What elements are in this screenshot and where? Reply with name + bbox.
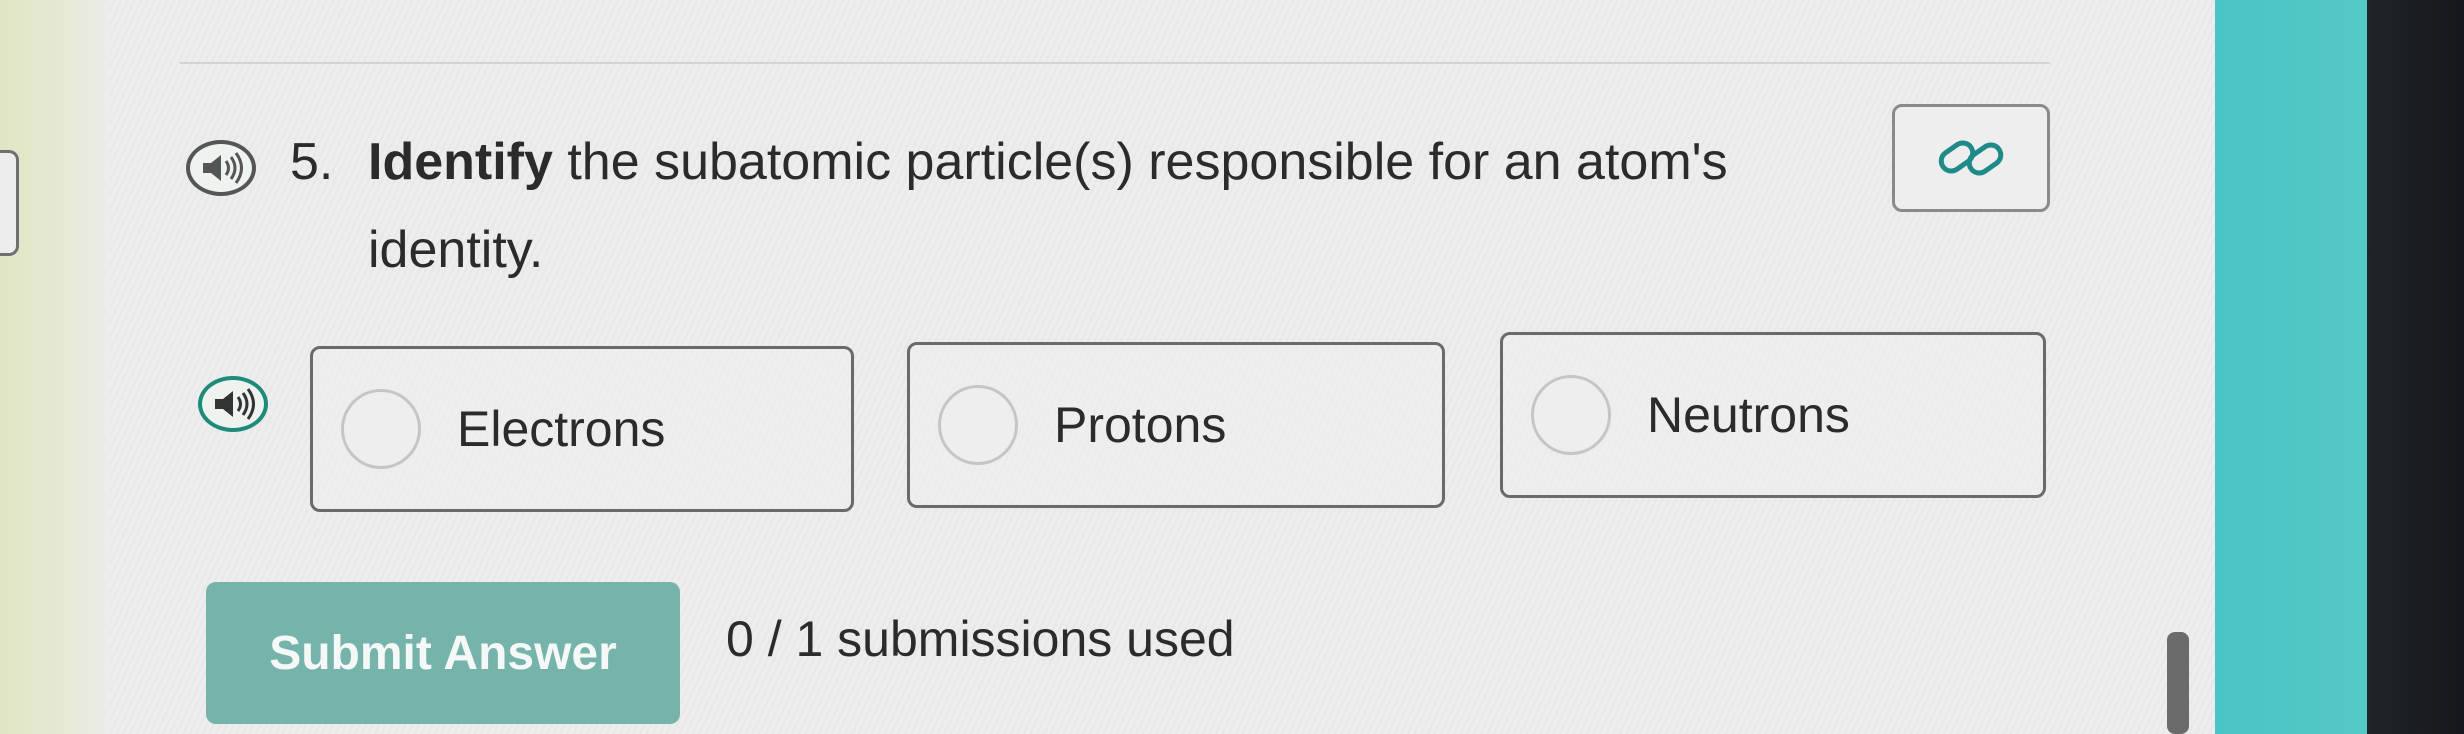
question-audio-button[interactable]	[186, 140, 256, 196]
option-neutrons[interactable]: Neutrons	[1500, 332, 2046, 498]
question-text: 5. Identify the subatomic particle(s) res…	[290, 118, 1850, 294]
speaker-icon	[215, 388, 255, 420]
scrollbar-thumb[interactable]	[2167, 632, 2189, 734]
permalink-button[interactable]	[1892, 104, 2050, 212]
left-edge-tab[interactable]	[0, 150, 19, 256]
link-icon	[1938, 140, 2004, 176]
option-label: Electrons	[457, 401, 666, 457]
submissions-counter: 0 / 1 submissions used	[726, 611, 1235, 667]
radio-button[interactable]	[341, 389, 421, 469]
screen-bezel	[2367, 0, 2464, 734]
question-keyword: Identify	[368, 133, 553, 191]
question-line1: the subatomic particle(s) responsible fo…	[552, 133, 1728, 191]
question-number: 5.	[290, 133, 334, 191]
radio-button[interactable]	[938, 385, 1018, 465]
left-edge-panel	[0, 0, 111, 734]
radio-button[interactable]	[1531, 375, 1611, 455]
option-label: Protons	[1054, 397, 1227, 453]
option-electrons[interactable]: Electrons	[310, 346, 854, 512]
question-line2: identity.	[368, 221, 544, 279]
speaker-icon	[203, 152, 243, 184]
submit-answer-button[interactable]: Submit Answer	[206, 582, 680, 724]
divider-line	[180, 62, 2050, 64]
answers-audio-button[interactable]	[198, 376, 268, 432]
option-protons[interactable]: Protons	[907, 342, 1445, 508]
option-label: Neutrons	[1647, 387, 1850, 443]
teal-side-panel	[2215, 0, 2367, 734]
